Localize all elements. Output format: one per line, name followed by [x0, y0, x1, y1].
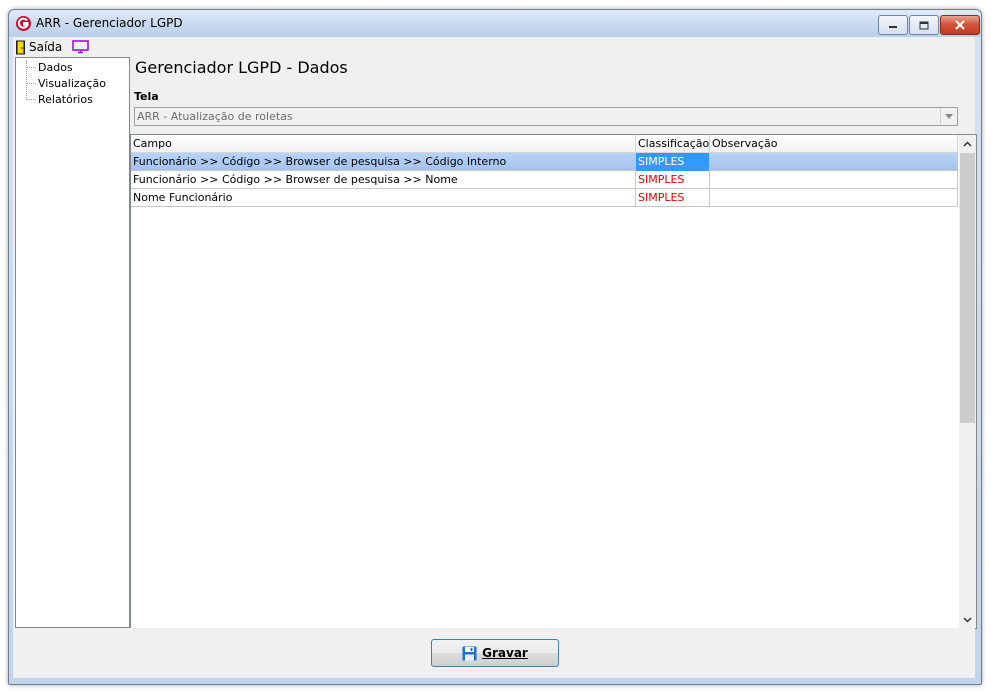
screen-select[interactable]: ARR - Atualização de roletas [134, 107, 958, 126]
screen-label: Tela [134, 90, 159, 103]
sidebar-item-visualizacao[interactable]: Visualização [38, 77, 106, 90]
chevron-up-icon [963, 140, 972, 147]
menu-item-exit[interactable]: Saída [15, 39, 62, 55]
cell-classificacao[interactable]: SIMPLES [636, 153, 710, 171]
cell-campo[interactable]: Funcionário >> Código >> Browser de pesq… [131, 171, 636, 189]
app-window: ARR - Gerenciador LGPD Saída Dados Visua… [8, 9, 982, 685]
tree-connector [26, 99, 36, 100]
dropdown-button[interactable] [940, 108, 957, 125]
table-row[interactable]: Nome Funcionário SIMPLES [131, 189, 958, 207]
scrollbar-thumb[interactable] [960, 153, 975, 423]
column-header-observacao[interactable]: Observação [710, 135, 958, 152]
cell-classificacao[interactable]: SIMPLES [636, 171, 710, 189]
data-grid: Campo Classificação Observação Funcionár… [130, 134, 977, 629]
cell-observacao[interactable] [710, 153, 958, 171]
close-button[interactable] [940, 15, 980, 35]
title-bar[interactable]: ARR - Gerenciador LGPD [9, 10, 981, 37]
tree-connector [26, 60, 27, 100]
cell-campo[interactable]: Nome Funcionário [131, 189, 636, 207]
sidebar-item-dados[interactable]: Dados [38, 61, 73, 74]
cell-observacao[interactable] [710, 189, 958, 207]
table-row[interactable]: Funcionário >> Código >> Browser de pesq… [131, 153, 958, 171]
minimize-button[interactable] [878, 15, 908, 35]
close-icon [955, 20, 965, 30]
cell-classificacao[interactable]: SIMPLES [636, 189, 710, 207]
footer-panel: Gravar [13, 628, 975, 678]
door-exit-icon [16, 40, 25, 54]
cell-campo[interactable]: Funcionário >> Código >> Browser de pesq… [131, 153, 636, 171]
column-header-classificacao[interactable]: Classificação [636, 135, 710, 152]
maximize-button[interactable] [909, 15, 939, 35]
scroll-up-button[interactable] [959, 135, 976, 152]
grid-header: Campo Classificação Observação [131, 135, 958, 153]
save-button-label: Gravar [482, 646, 528, 660]
menu-exit-label: Saída [29, 40, 63, 54]
floppy-disk-icon [462, 646, 477, 660]
sidebar-item-relatorios[interactable]: Relatórios [38, 93, 93, 106]
chevron-down-icon [963, 616, 972, 623]
chevron-down-icon [945, 114, 953, 119]
minimize-icon [889, 26, 897, 28]
tree-connector [26, 67, 36, 68]
monitor-icon[interactable] [72, 40, 89, 54]
save-button[interactable]: Gravar [431, 639, 559, 667]
window-title: ARR - Gerenciador LGPD [36, 16, 183, 30]
vertical-scrollbar[interactable] [959, 135, 976, 628]
client-area: Saída Dados Visualização Relatórios Gere… [13, 37, 977, 678]
app-logo-icon [16, 16, 31, 31]
cell-observacao[interactable] [710, 171, 958, 189]
column-header-campo[interactable]: Campo [131, 135, 636, 152]
maximize-icon [919, 21, 929, 29]
tree-connector [26, 83, 36, 84]
page-title: Gerenciador LGPD - Dados [135, 58, 348, 77]
screen-select-value: ARR - Atualização de roletas [137, 110, 293, 123]
menu-bar: Saída [13, 37, 975, 57]
table-row[interactable]: Funcionário >> Código >> Browser de pesq… [131, 171, 958, 189]
scroll-down-button[interactable] [959, 611, 976, 628]
sidebar-tree: Dados Visualização Relatórios [15, 57, 130, 628]
